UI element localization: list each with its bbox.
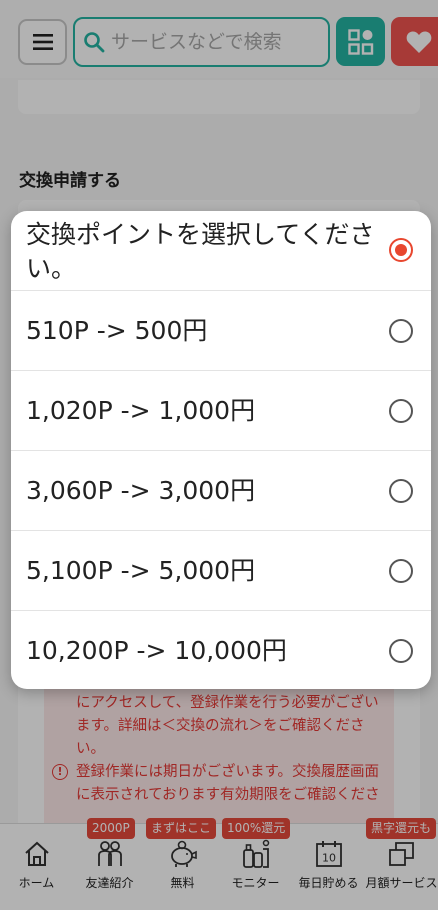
option-3060p[interactable]: 3,060P -> 3,000円	[11, 451, 431, 531]
option-5100p[interactable]: 5,100P -> 5,000円	[11, 531, 431, 611]
option-510p[interactable]: 510P -> 500円	[11, 291, 431, 371]
option-label: 5,100P -> 5,000円	[26, 556, 256, 585]
dialog-title: 交換ポイントを選択してください。	[26, 220, 375, 283]
point-select-dialog: 交換ポイントを選択してください。 510P -> 500円 1,020P -> …	[11, 211, 431, 689]
radio-button[interactable]	[389, 639, 413, 663]
option-label: 10,200P -> 10,000円	[26, 636, 287, 665]
option-10200p[interactable]: 10,200P -> 10,000円	[11, 611, 431, 689]
radio-button[interactable]	[389, 319, 413, 343]
radio-button[interactable]	[389, 479, 413, 503]
option-label: 510P -> 500円	[26, 316, 208, 345]
option-1020p[interactable]: 1,020P -> 1,000円	[11, 371, 431, 451]
option-label: 1,020P -> 1,000円	[26, 396, 256, 425]
option-label: 3,060P -> 3,000円	[26, 476, 256, 505]
radio-button[interactable]	[389, 559, 413, 583]
radio-button[interactable]	[389, 399, 413, 423]
dialog-header[interactable]: 交換ポイントを選択してください。	[11, 211, 431, 291]
radio-selected-icon[interactable]	[389, 238, 413, 262]
